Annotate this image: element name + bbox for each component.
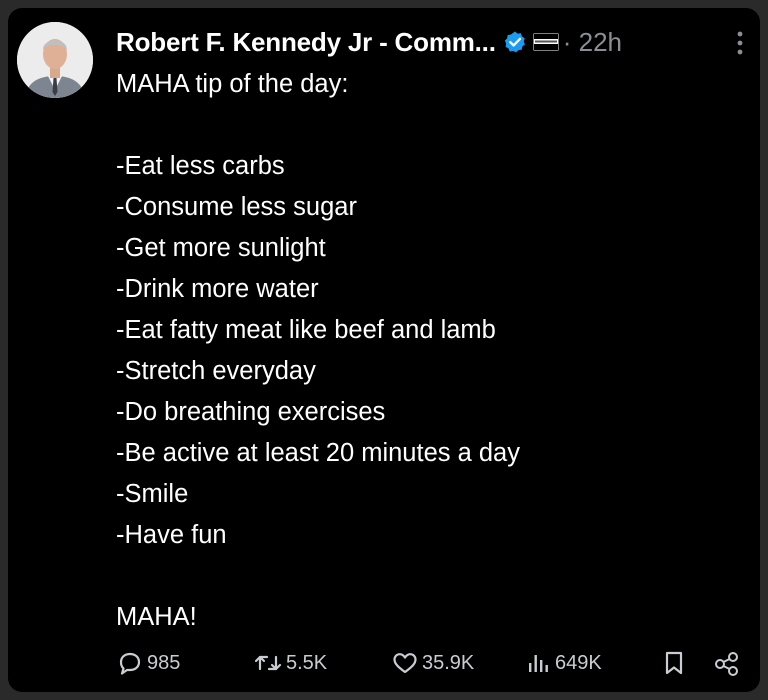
post-header: Robert F. Kennedy Jr - Comm... · 22h bbox=[116, 22, 748, 62]
timestamp-value: 22h bbox=[578, 26, 623, 57]
author-name[interactable]: Robert F. Kennedy Jr - Comm... bbox=[116, 27, 496, 58]
repost-button[interactable]: 5.5K bbox=[253, 646, 327, 680]
timestamp-separator: · bbox=[562, 26, 572, 57]
reply-count: 985 bbox=[147, 651, 181, 674]
tip-item: -Be active at least 20 minutes a day bbox=[116, 439, 520, 467]
repost-count: 5.5K bbox=[286, 651, 328, 674]
action-bar: 985 5.5K 35.9K 649K bbox=[116, 646, 748, 680]
tip-item: -Stretch everyday bbox=[116, 357, 316, 385]
more-options-icon[interactable] bbox=[734, 28, 746, 58]
tip-item: -Have fun bbox=[116, 521, 227, 549]
post-title: MAHA tip of the day: bbox=[116, 70, 349, 98]
views-count: 649K bbox=[555, 651, 602, 674]
tip-item: -Get more sunlight bbox=[116, 234, 326, 262]
post-closing: MAHA! bbox=[116, 603, 197, 631]
like-button[interactable]: 35.9K bbox=[391, 646, 474, 680]
share-button[interactable] bbox=[712, 646, 745, 680]
post-card[interactable]: Robert F. Kennedy Jr - Comm... · 22h MAH… bbox=[8, 8, 760, 692]
like-count: 35.9K bbox=[422, 651, 475, 674]
views-button[interactable]: 649K bbox=[526, 646, 602, 680]
tip-item: -Eat less carbs bbox=[116, 152, 285, 180]
reply-icon bbox=[116, 649, 147, 677]
post-body: MAHA tip of the day: -Eat less carbs -Co… bbox=[116, 64, 740, 638]
views-chart-icon bbox=[526, 649, 555, 677]
repost-icon bbox=[253, 649, 286, 677]
tip-item: -Drink more water bbox=[116, 275, 319, 303]
post-timestamp[interactable]: · 22h bbox=[563, 27, 622, 58]
tip-item: -Do breathing exercises bbox=[116, 398, 386, 426]
tip-item: -Eat fatty meat like beef and lamb bbox=[116, 316, 496, 344]
bookmark-button[interactable] bbox=[662, 646, 689, 680]
avatar[interactable] bbox=[17, 22, 93, 98]
verified-badge-icon bbox=[503, 30, 527, 54]
affiliation-flag-icon bbox=[533, 33, 559, 51]
heart-icon bbox=[391, 649, 422, 677]
tip-item: -Smile bbox=[116, 480, 189, 508]
share-icon bbox=[712, 649, 745, 677]
tip-item: -Consume less sugar bbox=[116, 193, 357, 221]
bookmark-icon bbox=[662, 649, 689, 677]
reply-button[interactable]: 985 bbox=[116, 646, 180, 680]
